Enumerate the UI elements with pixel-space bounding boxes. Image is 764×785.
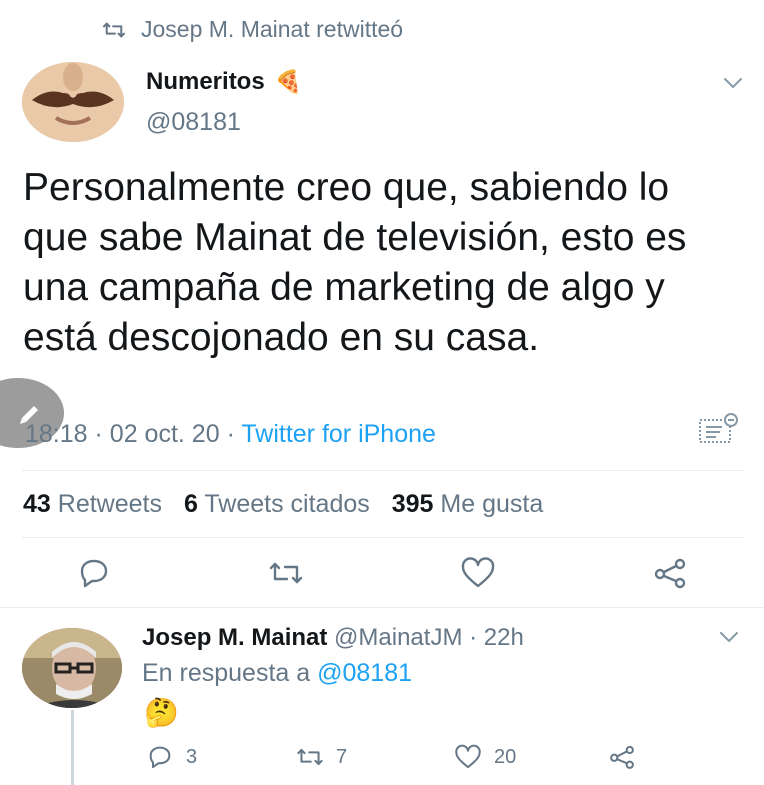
- reply-to-handle[interactable]: @08181: [317, 659, 412, 687]
- retweets-count: 43: [23, 490, 51, 518]
- reply-retweet-count: 7: [336, 745, 348, 768]
- tweet-client-link[interactable]: Twitter for iPhone: [241, 420, 436, 448]
- author-name-text: Numeritos: [146, 68, 265, 95]
- divider: [22, 537, 744, 538]
- reply-icon: [149, 746, 171, 769]
- retweet-banner-text: Josep M. Mainat retwitteó: [141, 16, 404, 42]
- avatar-image: [22, 62, 124, 142]
- reply-share-button[interactable]: [608, 744, 636, 770]
- like-icon[interactable]: [460, 557, 496, 589]
- tweet-author-handle[interactable]: @08181: [146, 108, 241, 137]
- retweet-icon: [103, 22, 125, 37]
- tweet-author-name[interactable]: Numeritos 🍕: [146, 68, 302, 96]
- reply-separator: ·: [469, 624, 478, 651]
- retweet-icon: [297, 748, 323, 766]
- tweet-date: 02 oct. 20: [109, 420, 220, 448]
- avatar-image: [22, 628, 122, 708]
- retweets-label: Retweets: [57, 490, 162, 518]
- tweet-stats: 43 Retweets 6 Tweets citados 395 Me gust…: [23, 490, 543, 519]
- reply-author-name[interactable]: Josep M. Mainat: [142, 624, 327, 651]
- share-icon: [610, 745, 634, 769]
- divider: [22, 470, 744, 471]
- reply-header[interactable]: Josep M. Mainat @MainatJM · 22h: [142, 624, 524, 652]
- tweet-text: Personalmente creo que, sabiendo lo que …: [23, 166, 687, 359]
- reply-author-avatar[interactable]: [22, 628, 122, 708]
- analytics-icon[interactable]: [698, 412, 740, 444]
- tweet-time: 18:18: [25, 420, 88, 448]
- reply-to-prefix: En respuesta a: [142, 659, 311, 687]
- reply-text-emoji: 🤔: [144, 697, 179, 728]
- likes-stat[interactable]: 395 Me gusta: [392, 490, 544, 519]
- likes-count: 395: [391, 490, 434, 518]
- thread-line: [71, 710, 74, 785]
- reply-author-handle[interactable]: @MainatJM: [334, 624, 462, 651]
- reply-reply-count: 3: [186, 745, 198, 768]
- quotes-label: Tweets citados: [204, 490, 370, 518]
- retweet-banner[interactable]: Josep M. Mainat retwitteó: [103, 16, 403, 43]
- pizza-emoji: 🍕: [274, 69, 303, 94]
- quotes-count: 6: [183, 490, 198, 518]
- chevron-down-icon[interactable]: [718, 630, 740, 644]
- reply-reply-button[interactable]: 3: [146, 744, 197, 770]
- meta-separator: ·: [94, 420, 103, 448]
- retweet-icon[interactable]: [268, 557, 304, 589]
- like-icon: [455, 744, 481, 769]
- reply-icon[interactable]: [76, 557, 112, 589]
- tweet-meta: 18:18 · 02 oct. 20 · Twitter for iPhone: [25, 420, 436, 449]
- reply-retweet-button[interactable]: 7: [296, 744, 347, 770]
- reply-like-count: 20: [494, 745, 517, 768]
- reply-like-button[interactable]: 20: [454, 744, 516, 770]
- reply-time: 22h: [483, 624, 524, 651]
- quotes-stat[interactable]: 6 Tweets citados: [184, 490, 370, 519]
- author-avatar[interactable]: [22, 62, 124, 142]
- retweets-stat[interactable]: 43 Retweets: [23, 490, 162, 519]
- likes-label: Me gusta: [440, 490, 544, 518]
- chevron-down-icon[interactable]: [722, 76, 744, 90]
- share-icon[interactable]: [652, 557, 688, 589]
- divider: [0, 607, 764, 608]
- meta-separator: ·: [226, 420, 235, 448]
- reply-context: En respuesta a @08181: [142, 659, 412, 688]
